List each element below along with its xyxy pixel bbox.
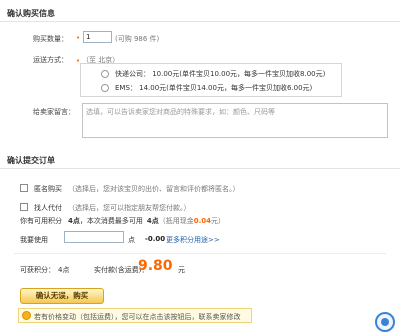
assistant-face-icon — [381, 318, 389, 326]
quantity-available: (可购 986 件) — [115, 35, 160, 43]
use-points-input[interactable] — [64, 231, 124, 243]
quantity-input[interactable]: 1 — [83, 31, 112, 43]
anonymous-checkbox[interactable] — [20, 184, 28, 192]
confirm-purchase-button[interactable]: 确认无误，购买 — [20, 288, 104, 304]
proxy-pay-checkbox[interactable] — [20, 203, 28, 211]
shipping-options-group: 快递公司： 10.00元(单件宝贝10.00元，每多一件宝贝加收8.00元) E… — [80, 63, 342, 97]
shipping-label: 运送方式： — [33, 56, 68, 64]
points-mid: ，本次消费最多可用 — [79, 217, 143, 225]
use-points-label: 我要使用 — [20, 236, 48, 244]
help-assistant-icon[interactable] — [375, 312, 395, 332]
points-cash-prefix: （抵用现金 — [158, 217, 194, 225]
payment-amount: 9.80 — [138, 258, 173, 274]
divider — [0, 168, 400, 169]
earn-points-label: 可获积分： — [20, 266, 55, 274]
quantity-value: 1 — [86, 33, 91, 41]
points-available: 4点 — [68, 217, 80, 225]
points-cash-suffix: 元） — [211, 217, 226, 225]
points-cash-value: 0.04 — [193, 217, 212, 225]
shipping-radio-express[interactable] — [101, 70, 109, 78]
anonymous-hint: （选择后，您对该宝贝的出价、留言和评价都将匿名。） — [68, 185, 240, 193]
shipping-option-ems[interactable]: EMS： 14.00元(单件宝贝14.00元，每多一件宝贝加收6.00元) — [115, 83, 312, 93]
anonymous-label[interactable]: 匿名购买 — [34, 184, 62, 194]
message-placeholder: 选填，可以告诉卖家您对商品的特殊要求，如：颜色、尺码等 — [86, 108, 275, 116]
required-mark: • — [76, 34, 81, 42]
quantity-label: 购买数量： — [33, 35, 68, 43]
divider — [0, 21, 400, 22]
shipping-radio-ems[interactable] — [101, 84, 109, 92]
points-summary: 你有可用积分 4点，本次消费最多可用 4点（抵用现金0.04元） — [20, 216, 225, 226]
payment-unit: 元 — [178, 266, 185, 274]
shipping-option-express[interactable]: 快递公司： 10.00元(单件宝贝10.00元，每多一件宝贝加收8.00元) — [115, 69, 325, 79]
use-points-unit: 点 — [128, 236, 135, 244]
points-usable: 4点 — [146, 217, 159, 225]
points-deduction: -0.00 — [145, 235, 166, 243]
section-title-purchase-info: 确认购买信息 — [7, 9, 55, 18]
message-label: 给卖家留言： — [33, 108, 75, 116]
price-change-notice: 若有价格变动（包括运费），您可以在点击该按钮后，联系卖家修改 — [18, 308, 252, 323]
info-bubble-icon — [22, 311, 31, 320]
more-points-link[interactable]: 更多积分用途>> — [166, 235, 220, 245]
proxy-pay-label[interactable]: 找人代付 — [34, 203, 62, 213]
divider — [14, 253, 386, 254]
proxy-pay-hint: （选择后，您可以指定朋友帮您付款。） — [68, 204, 191, 212]
points-prefix: 你有可用积分 — [20, 217, 62, 225]
notice-text: 若有价格变动（包括运费），您可以在点击该按钮后，联系卖家修改 — [34, 313, 241, 321]
section-title-submit-order: 确认提交订单 — [7, 156, 55, 165]
earn-points-value: 4点 — [58, 266, 70, 274]
message-textarea[interactable]: 选填，可以告诉卖家您对商品的特殊要求，如：颜色、尺码等 — [82, 103, 388, 138]
